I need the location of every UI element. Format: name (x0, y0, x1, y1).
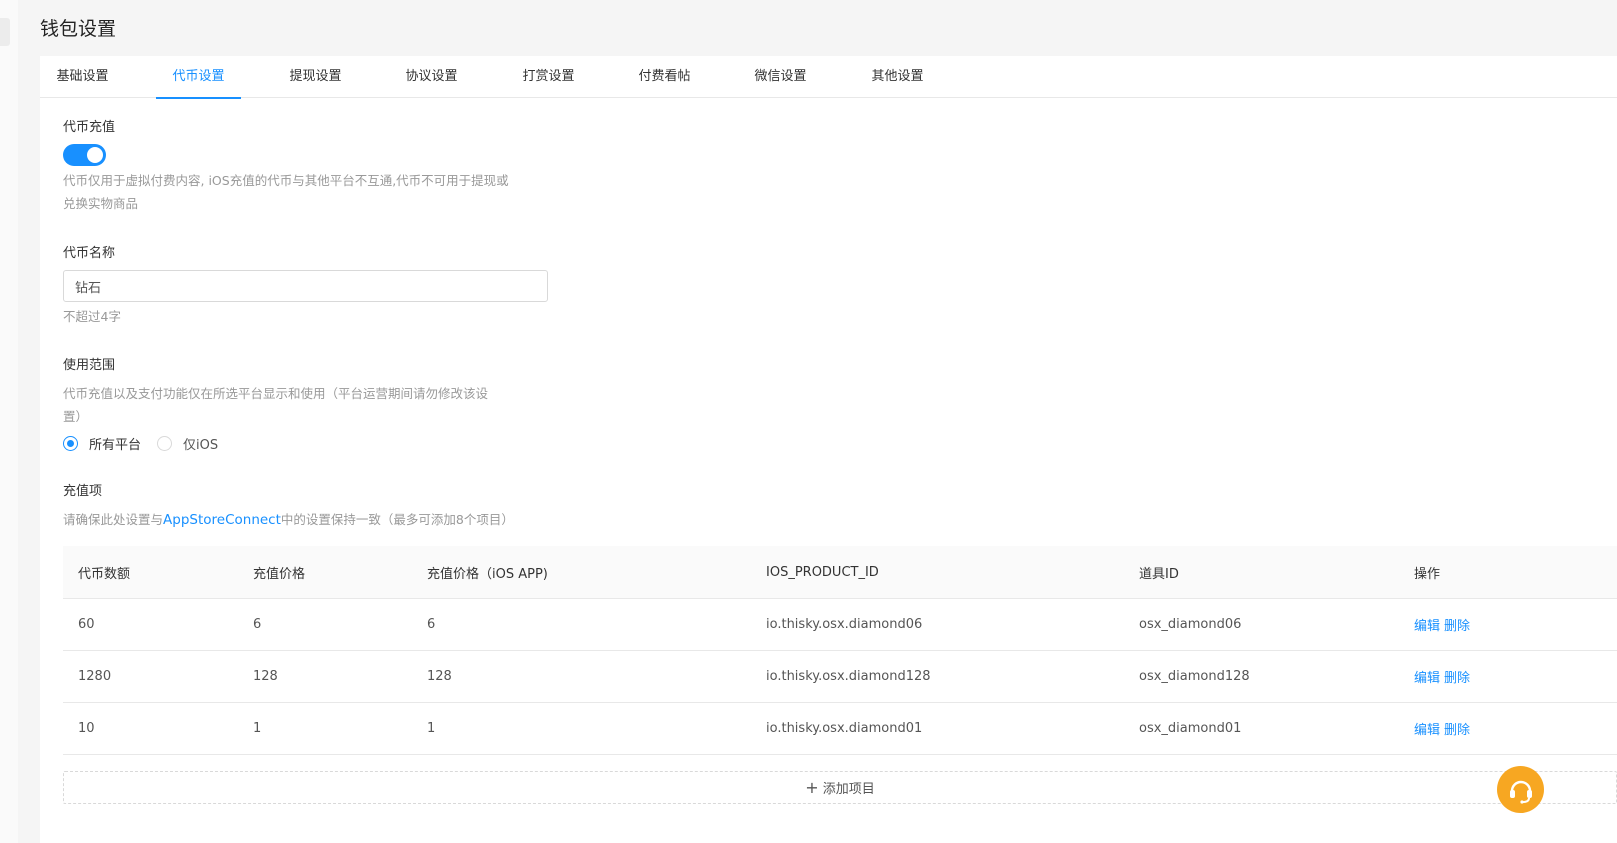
table-row: 10 1 1 io.thisky.osx.diamond01 osx_diamo… (63, 703, 1617, 755)
col-header-price: 充值价格 (253, 566, 306, 582)
delete-button[interactable]: 删除 (1444, 615, 1470, 634)
edit-button[interactable]: 编辑 (1414, 615, 1440, 634)
hint-text-before: 请确保此处设置与 (63, 512, 164, 527)
radio-dot (63, 435, 78, 451)
cell-product-id: io.thisky.osx.diamond06 (766, 617, 923, 632)
usage-scope-hint-2: 置） (63, 409, 89, 424)
headset-icon (1509, 780, 1532, 804)
tab-tip-settings[interactable]: 打赏设置 (521, 56, 576, 98)
tab-paid-post[interactable]: 付费看帖 (637, 56, 692, 98)
usage-scope-hint-1: 代币充值以及支付功能仅在所选平台显示和使用（平台运营期间请勿修改该设 (63, 386, 489, 401)
cell-price: 6 (253, 617, 262, 632)
cell-product-id: io.thisky.osx.diamond01 (766, 721, 923, 736)
col-header-product-id: IOS_PRODUCT_ID (766, 564, 879, 580)
cell-actions: 编辑 删除 (1414, 599, 1474, 650)
edit-button[interactable]: 编辑 (1414, 719, 1440, 738)
usage-scope-radio-group: 所有平台 仅iOS (63, 432, 234, 454)
col-header-actions: 操作 (1414, 566, 1441, 582)
left-sidebar-strip (0, 0, 18, 843)
table-header: 代币数额 充值价格 充值价格（iOS APP) IOS_PRODUCT_ID 道… (63, 546, 1617, 599)
plus-icon: + (805, 778, 819, 797)
cell-actions: 编辑 删除 (1414, 703, 1474, 754)
recharge-items-hint: 请确保此处设置与AppStoreConnect中的设置保持一致（最多可添加8个项… (63, 508, 514, 532)
toggle-knob (87, 147, 103, 163)
settings-card: 基础设置 代币设置 提现设置 协议设置 打赏设置 付费看帖 微信设置 其他设置 … (40, 56, 1617, 843)
cell-price: 1 (253, 721, 262, 736)
sidebar-toggle[interactable] (0, 18, 10, 46)
token-name-hint: 不超过4字 (63, 309, 121, 324)
cell-amount: 10 (78, 721, 95, 736)
customer-service-headset-icon[interactable] (1497, 766, 1544, 813)
edit-button[interactable]: 编辑 (1414, 667, 1440, 686)
cell-item-id: osx_diamond06 (1139, 617, 1242, 632)
cell-item-id: osx_diamond01 (1139, 721, 1242, 736)
radio-ios-only[interactable]: 仅iOS (157, 434, 218, 453)
delete-button[interactable]: 删除 (1444, 667, 1470, 686)
recharge-items-label: 充值项 (63, 484, 103, 499)
tab-withdraw-settings[interactable]: 提现设置 (288, 56, 343, 98)
cell-amount: 60 (78, 617, 95, 632)
col-header-ios-price: 充值价格（iOS APP) (427, 566, 548, 582)
token-name-input[interactable] (63, 270, 548, 302)
delete-button[interactable]: 删除 (1444, 719, 1470, 738)
cell-actions: 编辑 删除 (1414, 651, 1474, 702)
radio-all-platforms[interactable]: 所有平台 (63, 434, 141, 453)
radio-label: 仅iOS (183, 437, 219, 453)
recharge-items-table: 代币数额 充值价格 充值价格（iOS APP) IOS_PRODUCT_ID 道… (63, 546, 1617, 755)
usage-scope-label: 使用范围 (63, 358, 116, 373)
token-recharge-label: 代币充值 (63, 120, 116, 135)
radio-dot (157, 435, 173, 451)
page-title: 钱包设置 (40, 18, 117, 40)
appstoreconnect-link[interactable]: AppStoreConnect (163, 512, 281, 528)
cell-ios-price: 1 (427, 721, 436, 736)
cell-price: 128 (253, 669, 278, 684)
token-recharge-toggle[interactable] (63, 144, 106, 166)
radio-label: 所有平台 (89, 437, 142, 453)
col-header-item-id: 道具ID (1139, 566, 1179, 582)
table-row: 60 6 6 io.thisky.osx.diamond06 osx_diamo… (63, 599, 1617, 651)
tab-agreement-settings[interactable]: 协议设置 (404, 56, 459, 98)
tab-wechat-settings[interactable]: 微信设置 (753, 56, 808, 98)
tab-basic-settings[interactable]: 基础设置 (55, 56, 110, 98)
col-header-amount: 代币数额 (78, 566, 131, 582)
token-recharge-hint-2: 兑换实物商品 (63, 196, 139, 211)
tab-other-settings[interactable]: 其他设置 (870, 56, 925, 98)
token-name-label: 代币名称 (63, 246, 116, 261)
tab-bar: 基础设置 代币设置 提现设置 协议设置 打赏设置 付费看帖 微信设置 其他设置 (40, 56, 1617, 99)
cell-amount: 1280 (78, 669, 112, 684)
token-recharge-hint-1: 代币仅用于虚拟付费内容, iOS充值的代币与其他平台不互通,代币不可用于提现或 (63, 173, 509, 188)
add-item-button[interactable]: + 添加项目 (63, 771, 1617, 804)
table-row: 1280 128 128 io.thisky.osx.diamond128 os… (63, 651, 1617, 703)
tab-token-settings[interactable]: 代币设置 (156, 56, 241, 99)
cell-item-id: osx_diamond128 (1139, 669, 1250, 684)
cell-ios-price: 128 (427, 669, 452, 684)
add-item-label: 添加项目 (822, 782, 875, 797)
hint-text-after: 中的设置保持一致（最多可添加8个项目） (280, 512, 514, 527)
cell-ios-price: 6 (427, 617, 436, 632)
cell-product-id: io.thisky.osx.diamond128 (766, 669, 931, 684)
